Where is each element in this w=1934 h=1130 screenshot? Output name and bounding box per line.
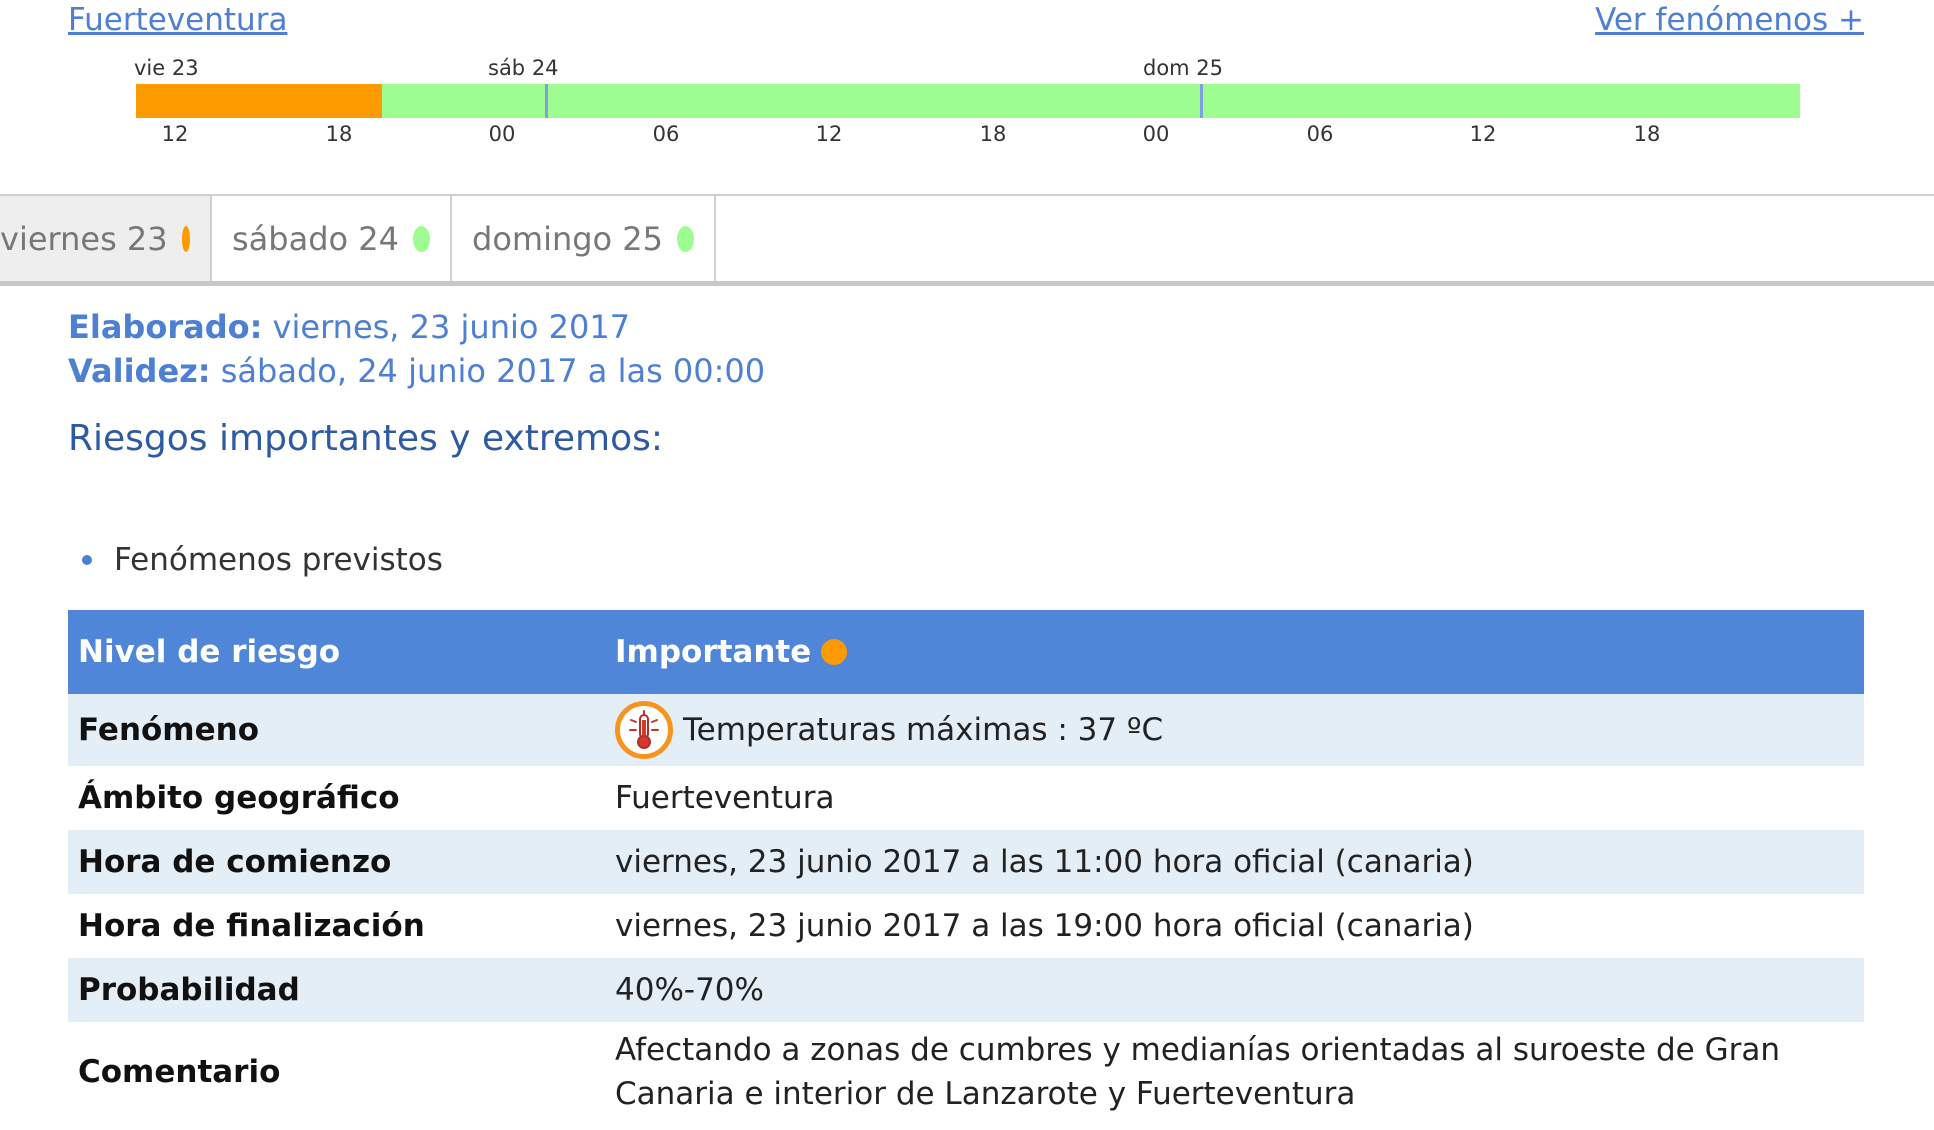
timeline-hour-label: 18 xyxy=(979,122,1007,146)
comentario-value: Afectando a zonas de cumbres y medianías… xyxy=(615,1032,1780,1112)
fin-label: Hora de finalización xyxy=(78,908,425,944)
timeline-day-label: vie 23 xyxy=(134,56,199,80)
timeline-hour-label: 12 xyxy=(815,122,843,146)
risk-level-dot xyxy=(677,226,694,252)
validez-label: Validez: xyxy=(68,352,211,390)
nivel-cell: Importante xyxy=(605,610,1864,694)
tab-sabado-24[interactable]: sábado 24 xyxy=(212,196,452,282)
timeline-hour-label: 18 xyxy=(1633,122,1661,146)
fenomeno-cell: Temperaturas máximas : 37 ºC xyxy=(605,694,1864,766)
table-row: Nivel de riesgo Importante xyxy=(68,610,1864,694)
tab-label: domingo 25 xyxy=(472,220,664,258)
timeline-bar xyxy=(136,84,1800,118)
day-boundary-mark xyxy=(1199,84,1203,118)
list-item: Fenómenos previstos xyxy=(82,542,443,578)
elaborado-line: Elaborado: viernes, 23 junio 2017 xyxy=(68,308,630,346)
probabilidad-label: Probabilidad xyxy=(68,958,605,1022)
nivel-label: Nivel de riesgo xyxy=(68,610,605,694)
elaborado-value: viernes, 23 junio 2017 xyxy=(262,308,631,346)
comienzo-value: viernes, 23 junio 2017 a las 11:00 hora … xyxy=(605,830,1864,894)
ambito-value: Fuerteventura xyxy=(615,780,835,816)
table-row: Comentario Afectando a zonas de cumbres … xyxy=(68,1022,1864,1122)
tab-label: sábado 24 xyxy=(232,220,399,258)
warning-timeline: vie 23 sáb 24 dom 25 12 18 00 06 12 18 0… xyxy=(0,0,1934,150)
timeline-hour-label: 12 xyxy=(161,122,189,146)
fenomeno-value: Temperaturas máximas : 37 ºC xyxy=(683,712,1164,748)
timeline-hour-label: 00 xyxy=(1142,122,1170,146)
timeline-day-label: dom 25 xyxy=(1143,56,1224,80)
table-row: Ámbito geográfico Fuerteventura xyxy=(68,766,1864,830)
fin-value: viernes, 23 junio 2017 a las 19:00 hora … xyxy=(615,908,1474,944)
tab-domingo-25[interactable]: domingo 25 xyxy=(452,196,716,282)
risk-level-dot xyxy=(181,226,190,252)
table-row: Hora de comienzo viernes, 23 junio 2017 … xyxy=(68,830,1864,894)
timeline-segment xyxy=(381,84,1800,118)
table-row: Hora de finalización viernes, 23 junio 2… xyxy=(68,894,1864,958)
section-title: Riesgos importantes y extremos: xyxy=(68,418,664,459)
day-tabs: viernes 23 sábado 24 domingo 25 xyxy=(0,194,1934,286)
ambito-label: Ámbito geográfico xyxy=(78,780,400,816)
timeline-hour-label: 00 xyxy=(488,122,516,146)
nivel-value: Importante xyxy=(615,634,812,670)
validez-line: Validez: sábado, 24 junio 2017 a las 00:… xyxy=(68,352,765,390)
thermometer-icon xyxy=(615,701,673,759)
timeline-hour-label: 18 xyxy=(325,122,353,146)
probabilidad-value: 40%-70% xyxy=(605,958,1864,1022)
elaborado-label: Elaborado: xyxy=(68,308,263,346)
comienzo-label: Hora de comienzo xyxy=(68,830,605,894)
risk-level-dot xyxy=(821,639,848,665)
timeline-hour-label: 06 xyxy=(1306,122,1334,146)
risk-level-dot xyxy=(412,226,430,252)
validez-value: sábado, 24 junio 2017 a las 00:00 xyxy=(210,352,766,390)
table-row: Probabilidad 40%-70% xyxy=(68,958,1864,1022)
timeline-segment xyxy=(136,84,382,118)
timeline-hour-label: 12 xyxy=(1469,122,1497,146)
risk-table: Nivel de riesgo Importante Fenómeno Temp… xyxy=(68,610,1864,1122)
tab-viernes-23[interactable]: viernes 23 xyxy=(0,196,212,282)
timeline-hour-label: 06 xyxy=(652,122,680,146)
tab-label: viernes 23 xyxy=(0,220,168,258)
bullet-icon xyxy=(82,555,92,565)
tabs-divider xyxy=(0,281,1934,286)
list-item-text: Fenómenos previstos xyxy=(114,542,443,578)
fenomeno-label: Fenómeno xyxy=(68,694,605,766)
day-boundary-mark xyxy=(545,84,549,118)
table-row: Fenómeno Temperaturas máximas: 37 ºC xyxy=(68,694,1864,766)
timeline-day-label: sáb 24 xyxy=(488,56,559,80)
comentario-label: Comentario xyxy=(78,1054,281,1090)
